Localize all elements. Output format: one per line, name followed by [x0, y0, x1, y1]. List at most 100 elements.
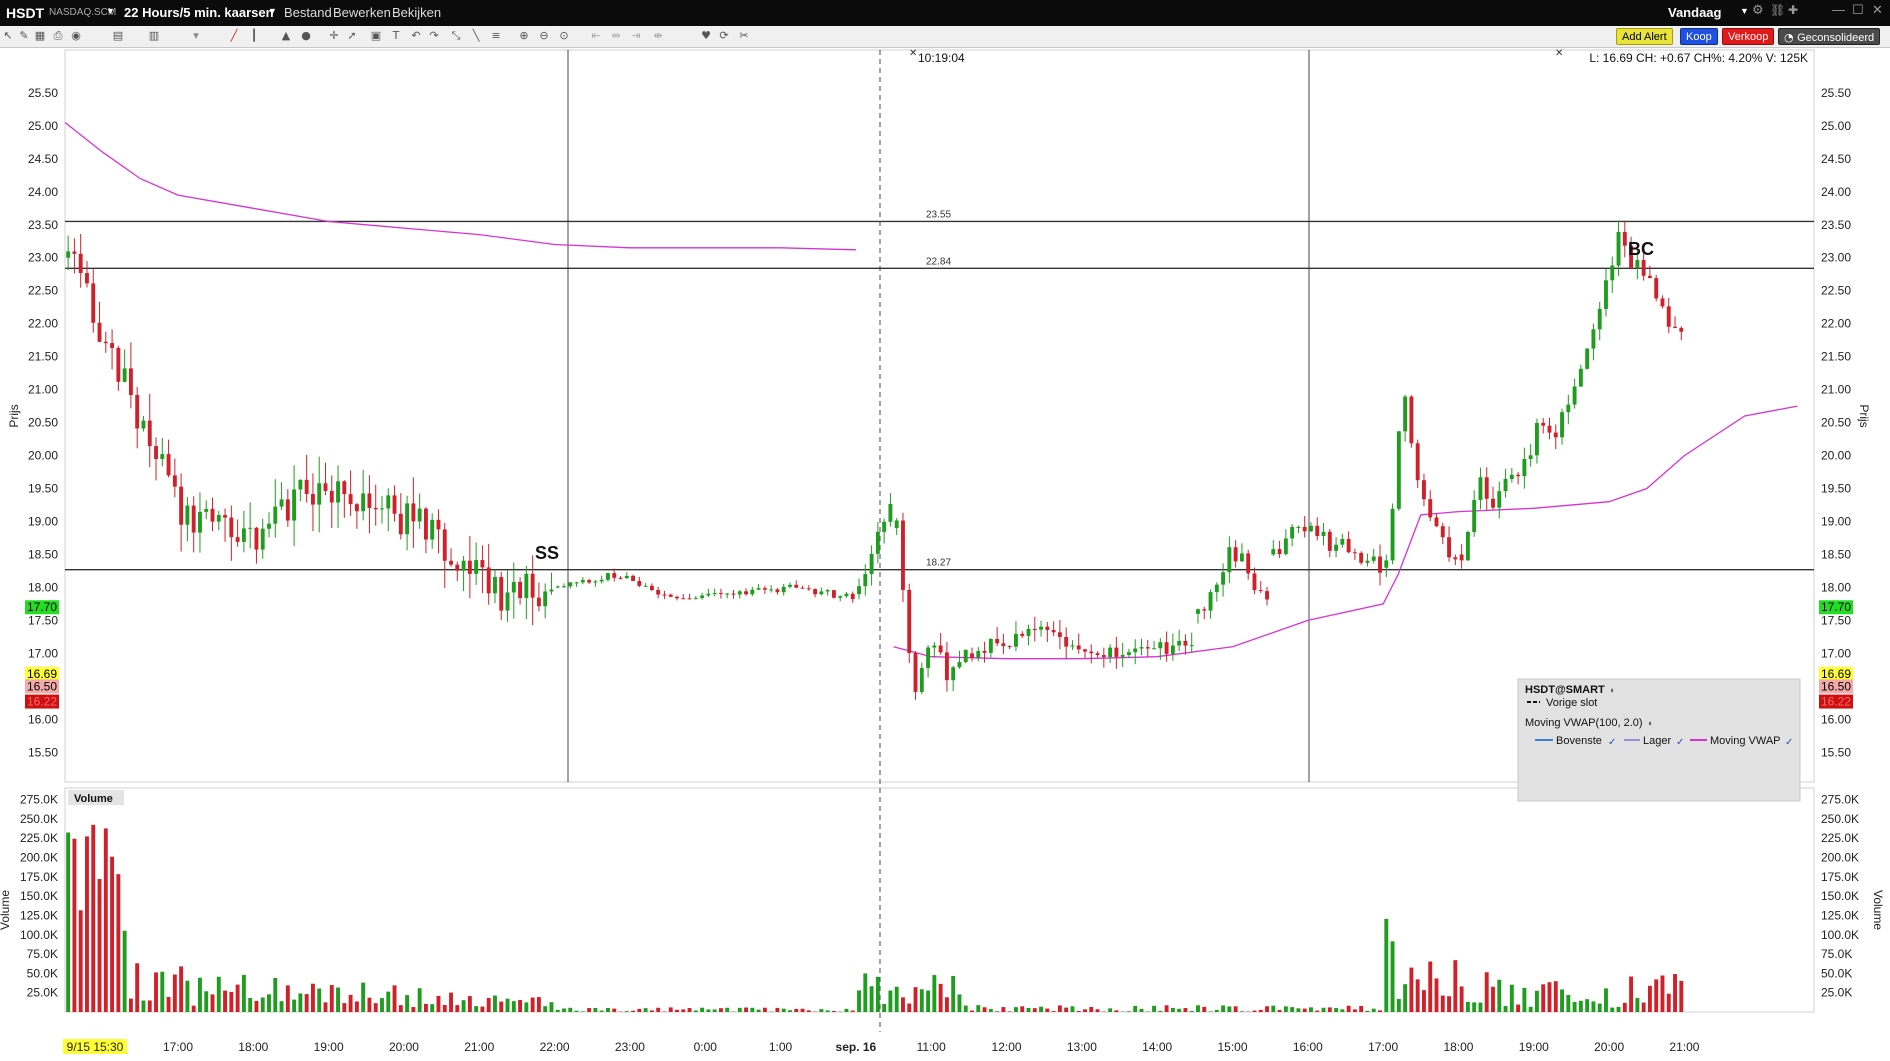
timeframe-dropdown-icon[interactable]: ▼: [268, 6, 277, 16]
crosshair-icon[interactable]: ✛: [328, 30, 340, 42]
candle-body: [1026, 628, 1031, 636]
symbol-label[interactable]: HSDT: [6, 5, 44, 21]
measure-icon[interactable]: ⤡: [450, 30, 462, 42]
volume-bar: [568, 1007, 573, 1012]
bar-type-icon[interactable]: ▥: [148, 30, 160, 42]
trendline-icon[interactable]: ╱: [228, 30, 240, 42]
legend-title-icon[interactable]: ◐: [1610, 685, 1615, 695]
timeframe-selector[interactable]: 22 Hours/5 min. kaarsen: [124, 5, 274, 20]
link-icon[interactable]: ⛓: [1770, 3, 1785, 17]
refresh-icon[interactable]: ⟳: [718, 30, 730, 42]
dropdown-arrow-icon[interactable]: ▼: [106, 6, 115, 16]
undo-icon[interactable]: ↶: [410, 30, 422, 42]
candle-body: [1647, 275, 1652, 279]
minimize-icon[interactable]: —: [1832, 2, 1845, 17]
zoom-fit-icon[interactable]: ⊙: [558, 30, 570, 42]
candle-body: [982, 650, 987, 653]
period-selector[interactable]: Vandaag: [1668, 5, 1721, 20]
candle-body: [606, 573, 610, 580]
volume-tick-left: 125.0K: [20, 908, 58, 922]
line-tool-icon[interactable]: ╲: [470, 30, 482, 42]
volume-bar: [725, 1007, 730, 1012]
candle-body: [116, 347, 121, 382]
price-tick-right: 17.50: [1821, 613, 1851, 627]
settings-icon[interactable]: ⚙: [1752, 3, 1764, 18]
close-icon[interactable]: ✕: [1872, 3, 1883, 18]
volume-tick-right: 150.0K: [1821, 889, 1859, 903]
draw-icon[interactable]: ✎: [18, 30, 30, 42]
vwap-check-icon[interactable]: ✓: [1785, 737, 1793, 748]
study-legend[interactable]: HSDT@SMART ◐ Vorige slot Moving VWAP(100…: [1517, 678, 1801, 802]
volume-bar: [1484, 972, 1489, 1012]
arrow-icon[interactable]: ➚: [346, 30, 358, 42]
rect-icon[interactable]: ▣: [370, 30, 382, 42]
candle-body: [737, 591, 742, 595]
sell-button[interactable]: Verkoop: [1722, 28, 1775, 45]
menu-file[interactable]: Bestand: [284, 5, 332, 20]
time-tick: 1:00: [769, 1040, 793, 1054]
quote-close-icon[interactable]: ✕: [1555, 48, 1563, 59]
consolidated-button[interactable]: ◔ Geconsolideerd: [1778, 28, 1881, 45]
align-right-icon[interactable]: ⇥: [630, 30, 642, 42]
volume-axis-title-left: Volume: [0, 890, 12, 930]
price-level-label: 18.27: [926, 558, 951, 569]
candle-body: [1265, 591, 1269, 600]
time-tick: 22:00: [540, 1040, 570, 1054]
legend-study-icon[interactable]: ◐: [1648, 718, 1653, 728]
menu-view[interactable]: Bekijken: [392, 5, 441, 20]
circle-icon[interactable]: ●: [300, 30, 312, 42]
layout-icon[interactable]: ▤: [112, 30, 124, 42]
candle-body: [1352, 552, 1357, 554]
volume-bar: [493, 995, 497, 1012]
zoom-in-icon[interactable]: ⊕: [518, 30, 530, 42]
price-tick-left: 15.50: [28, 745, 58, 759]
upper-check-icon[interactable]: ✓: [1608, 737, 1616, 748]
volume-bar: [78, 910, 83, 1012]
chart-area[interactable]: 23.55 22.84 18.27 25.50 25.00 24.50 24.00 23.5…: [0, 48, 1890, 1061]
volume-bar: [367, 997, 372, 1012]
candle-body: [775, 589, 780, 593]
volume-bar: [712, 1009, 717, 1012]
volume-bar: [1352, 1009, 1357, 1012]
align-center-icon[interactable]: ⇹: [610, 30, 622, 42]
cursor-icon[interactable]: ↖: [2, 30, 14, 42]
volume-bar: [1334, 1008, 1339, 1012]
candle-body: [875, 531, 880, 554]
fib-icon[interactable]: ≡: [490, 30, 502, 42]
candle-body: [599, 579, 604, 582]
print-icon[interactable]: ⎙: [52, 30, 64, 42]
candle-body: [1359, 552, 1364, 563]
volume-bar: [1578, 1000, 1583, 1012]
redo-icon[interactable]: ↷: [428, 30, 440, 42]
volume-bar: [1666, 993, 1671, 1012]
volume-bar: [894, 986, 899, 1012]
price-tick-right: 23.50: [1821, 218, 1851, 232]
volume-bar: [737, 1007, 742, 1012]
buy-button[interactable]: Koop: [1680, 28, 1718, 45]
candle-body: [386, 495, 391, 509]
spread-icon[interactable]: ⇼: [652, 30, 664, 42]
volume-bar: [1089, 1006, 1094, 1012]
maximize-icon[interactable]: ☐: [1852, 3, 1864, 18]
heart-icon[interactable]: ♥: [700, 30, 712, 42]
candle-body: [1032, 628, 1037, 630]
price-tag-right-label: 17.70: [1821, 600, 1851, 614]
tools-icon[interactable]: ✂: [738, 30, 750, 42]
area-icon[interactable]: ▲: [280, 30, 292, 42]
volume-bar: [1673, 974, 1677, 1012]
lower-check-icon[interactable]: ✓: [1676, 737, 1684, 748]
text-tool-icon[interactable]: T: [390, 30, 402, 42]
menu-edit[interactable]: Bewerken: [333, 5, 391, 20]
align-left-icon[interactable]: ⇤: [590, 30, 602, 42]
camera-icon[interactable]: ◉: [70, 30, 82, 42]
more-dropdown-icon[interactable]: ▾: [190, 30, 202, 42]
pin-icon[interactable]: ✚: [1788, 3, 1798, 17]
period-dropdown-icon[interactable]: ▼: [1740, 6, 1749, 16]
add-alert-button[interactable]: Add Alert: [1616, 28, 1673, 45]
candle-body: [574, 582, 579, 584]
grid-icon[interactable]: ▦: [34, 30, 46, 42]
close-marker-icon[interactable]: ✕: [909, 48, 917, 59]
volume-bar: [411, 1007, 416, 1012]
zoom-out-icon[interactable]: ⊖: [538, 30, 550, 42]
candles-icon[interactable]: ┃: [248, 30, 260, 42]
